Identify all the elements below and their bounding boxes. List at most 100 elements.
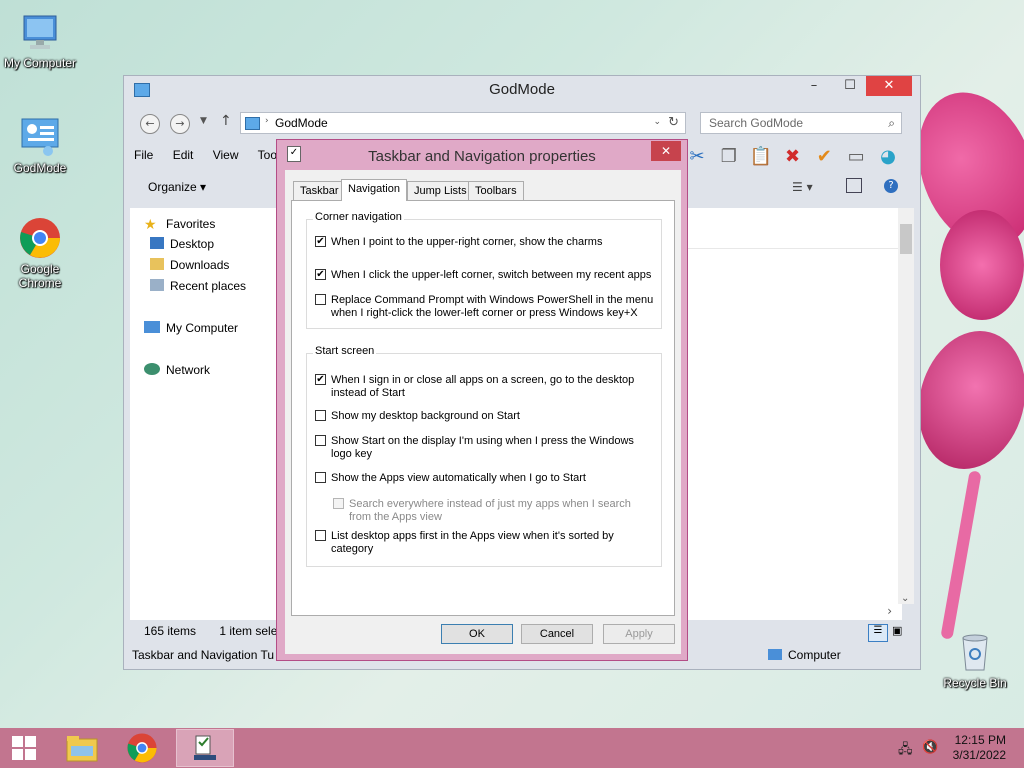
help-icon[interactable]: ? [884, 179, 898, 193]
back-button[interactable]: ← [140, 114, 160, 134]
file-list[interactable] [684, 208, 902, 620]
checkbox-label: Search everywhere instead of just my app… [349, 498, 631, 523]
details-view-icon[interactable]: ☰ [868, 624, 888, 642]
preview-pane-icon[interactable] [846, 178, 862, 193]
nav-favorites[interactable]: ★ Favorites [144, 216, 216, 232]
checkbox-box[interactable]: ✔ [315, 374, 326, 385]
checkbox-list-desktop-apps-first[interactable]: List desktop apps first in the Apps view… [315, 530, 635, 556]
checkbox-box [333, 498, 344, 509]
checkbox-box[interactable] [315, 472, 326, 483]
desktop-icon-label: Google Chrome [18, 262, 62, 290]
checkbox-box[interactable]: ✔ [315, 236, 326, 247]
dialog-close-button[interactable]: ✕ [651, 141, 681, 161]
maximize-button[interactable]: ☐ [836, 76, 864, 96]
nav-desktop[interactable]: Desktop [150, 237, 214, 251]
checkbox-replace-command-prompt[interactable]: Replace Command Prompt with Windows Powe… [315, 294, 655, 320]
nav-downloads[interactable]: Downloads [150, 258, 229, 272]
file-list-row[interactable] [684, 208, 902, 249]
checkbox-box[interactable] [315, 294, 326, 305]
checkbox-show-charms[interactable]: ✔ When I point to the upper-right corner… [315, 236, 655, 249]
windows-logo-icon [12, 736, 36, 760]
address-row: ← → ▼ ↑ › GodMode ⌄ ↻ Search GodMode ⌕ [130, 110, 914, 136]
checkbox-box[interactable]: ✔ [315, 269, 326, 280]
forward-button[interactable]: → [170, 114, 190, 134]
desktop-icon-godmode[interactable]: GodMode [0, 115, 80, 175]
control-panel-icon [245, 117, 260, 130]
star-icon: ★ [144, 216, 157, 232]
large-icons-view-icon[interactable]: ▣ [892, 624, 908, 640]
checkmark-icon[interactable]: ✔ [813, 146, 835, 168]
network-icon[interactable]: 🖧 [898, 740, 913, 762]
nav-recent-places[interactable]: Recent places [150, 279, 246, 293]
tab-jump-lists[interactable]: Jump Lists [407, 181, 474, 200]
menu-file[interactable]: File [134, 148, 153, 162]
checkbox-label: List desktop apps first in the Apps view… [331, 530, 614, 555]
tab-toolbars[interactable]: Toolbars [468, 181, 524, 200]
control-panel-icon [18, 115, 62, 159]
selected-count: 1 item selec [219, 624, 284, 638]
vertical-scrollbar[interactable]: ⌄ [898, 208, 914, 604]
cancel-button[interactable]: Cancel [521, 624, 593, 644]
organize-menu[interactable]: Organize ▾ [148, 180, 206, 194]
search-icon[interactable]: ⌕ [888, 113, 895, 133]
search-input[interactable]: Search GodMode ⌕ [700, 112, 902, 134]
checkbox-go-to-desktop[interactable]: ✔ When I sign in or close all apps on a … [315, 374, 655, 400]
up-arrow-icon[interactable]: ↑ [220, 113, 232, 129]
checkbox-apps-view-automatically[interactable]: Show the Apps view automatically when I … [315, 472, 655, 485]
nav-network[interactable]: Network [144, 363, 210, 377]
checkbox-box[interactable] [315, 410, 326, 421]
tab-navigation[interactable]: Navigation [341, 179, 407, 201]
desktop-icon [150, 237, 164, 249]
checkbox-switch-recent-apps[interactable]: ✔ When I click the upper-left corner, sw… [315, 269, 655, 282]
nav-label: Recent places [170, 279, 247, 293]
nav-label: Network [166, 363, 211, 377]
scroll-right-icon[interactable]: › [887, 604, 892, 618]
checkbox-start-on-current-display[interactable]: Show Start on the display I'm using when… [315, 435, 655, 461]
minimize-button[interactable]: – [800, 76, 828, 96]
taskbar-google-chrome[interactable] [114, 729, 170, 767]
scrollbar-thumb[interactable] [900, 224, 912, 254]
desktop-icon-recycle-bin[interactable]: Recycle Bin [935, 630, 1015, 690]
nav-label: Favorites [166, 217, 216, 231]
toolbar: ✂ ❐ 📋 ✖ ✔ ▭ ◕ [686, 146, 905, 168]
refresh-icon[interactable]: ↻ [668, 115, 679, 130]
nav-label: Downloads [170, 258, 230, 272]
nav-my-computer[interactable]: My Computer [144, 321, 238, 335]
checkbox-label: Replace Command Prompt with Windows Powe… [331, 294, 654, 319]
recycle-bin-icon [953, 630, 997, 674]
view-options-icon[interactable]: ☰ ▾ [792, 180, 813, 194]
taskbar-file-explorer[interactable] [54, 729, 110, 767]
properties-icon[interactable]: ▭ [845, 146, 867, 168]
menu-edit[interactable]: Edit [173, 148, 194, 162]
cut-icon[interactable]: ✂ [686, 146, 708, 168]
checkbox-desktop-background-start[interactable]: Show my desktop background on Start [315, 410, 655, 423]
tab-taskbar[interactable]: Taskbar [293, 181, 346, 200]
volume-muted-icon[interactable]: 🔇 [922, 740, 938, 755]
delete-icon[interactable]: ✖ [781, 146, 803, 168]
globe-icon[interactable]: ◕ [877, 146, 899, 168]
taskbar-properties-window[interactable] [176, 729, 234, 767]
address-bar[interactable]: › GodMode ⌄ ↻ [240, 112, 686, 134]
explorer-titlebar[interactable]: GodMode – ☐ ✕ [124, 76, 920, 106]
organize-label: Organize [148, 180, 197, 194]
ok-button[interactable]: OK [441, 624, 513, 644]
paste-icon[interactable]: 📋 [750, 146, 772, 168]
chevron-down-icon[interactable]: ⌄ [653, 117, 661, 127]
chevron-down-icon[interactable]: ▼ [200, 116, 207, 126]
system-clock[interactable]: 12:15 PM 3/31/2022 [953, 733, 1006, 763]
menu-view[interactable]: View [213, 148, 239, 162]
close-button[interactable]: ✕ [866, 76, 912, 96]
checkbox-label: Show my desktop background on Start [331, 410, 520, 422]
desktop-icon-my-computer[interactable]: My Computer [0, 10, 80, 70]
start-button[interactable] [0, 729, 48, 767]
desktop-icon-google-chrome[interactable]: Google Chrome [0, 216, 80, 290]
file-explorer-icon [66, 736, 98, 762]
checkbox-box[interactable] [315, 435, 326, 446]
copy-icon[interactable]: ❐ [718, 146, 740, 168]
dialog-body: Taskbar Navigation Jump Lists Toolbars C… [285, 170, 681, 654]
breadcrumb[interactable]: GodMode [275, 116, 328, 130]
network-icon [144, 363, 160, 375]
checkbox-box[interactable] [315, 530, 326, 541]
scroll-down-icon[interactable]: ⌄ [901, 593, 909, 604]
wallpaper-flower-petal [903, 318, 1024, 482]
